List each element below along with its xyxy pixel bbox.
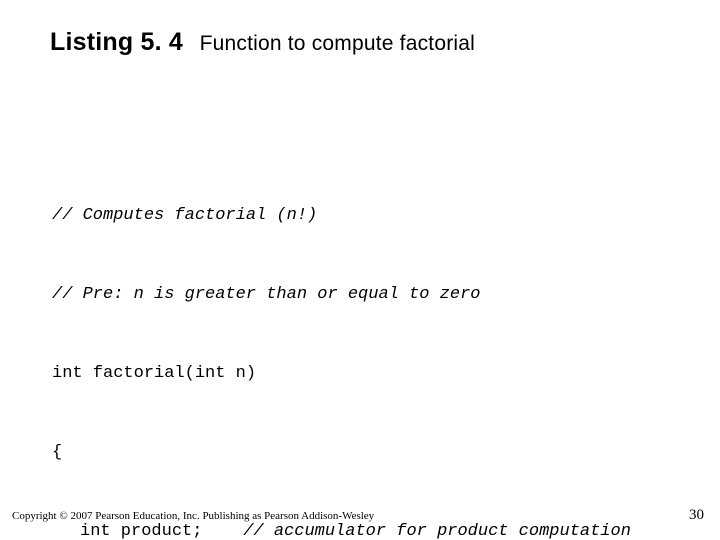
- code-listing: // Computes factorial (n!) // Pre: n is …: [52, 150, 680, 540]
- listing-label: Listing 5. 4: [50, 28, 183, 56]
- copyright-text: Copyright © 2007 Pearson Education, Inc.…: [12, 510, 374, 522]
- code-decl: int factorial(int n): [52, 361, 680, 387]
- listing-subtitle: Function to compute factorial: [200, 32, 475, 55]
- code-comment-1: // Computes factorial (n!): [52, 203, 680, 229]
- slide: Listing 5. 4 Function to compute factori…: [0, 0, 720, 540]
- code-comment-accumulator: // accumulator for product computation: [243, 522, 631, 540]
- page-number: 30: [689, 507, 704, 524]
- code-open-brace: {: [52, 440, 680, 466]
- code-comment-2: // Pre: n is greater than or equal to ze…: [52, 282, 680, 308]
- title-line: Listing 5. 4 Function to compute factori…: [50, 28, 680, 57]
- code-var-decl: int product;: [80, 522, 202, 540]
